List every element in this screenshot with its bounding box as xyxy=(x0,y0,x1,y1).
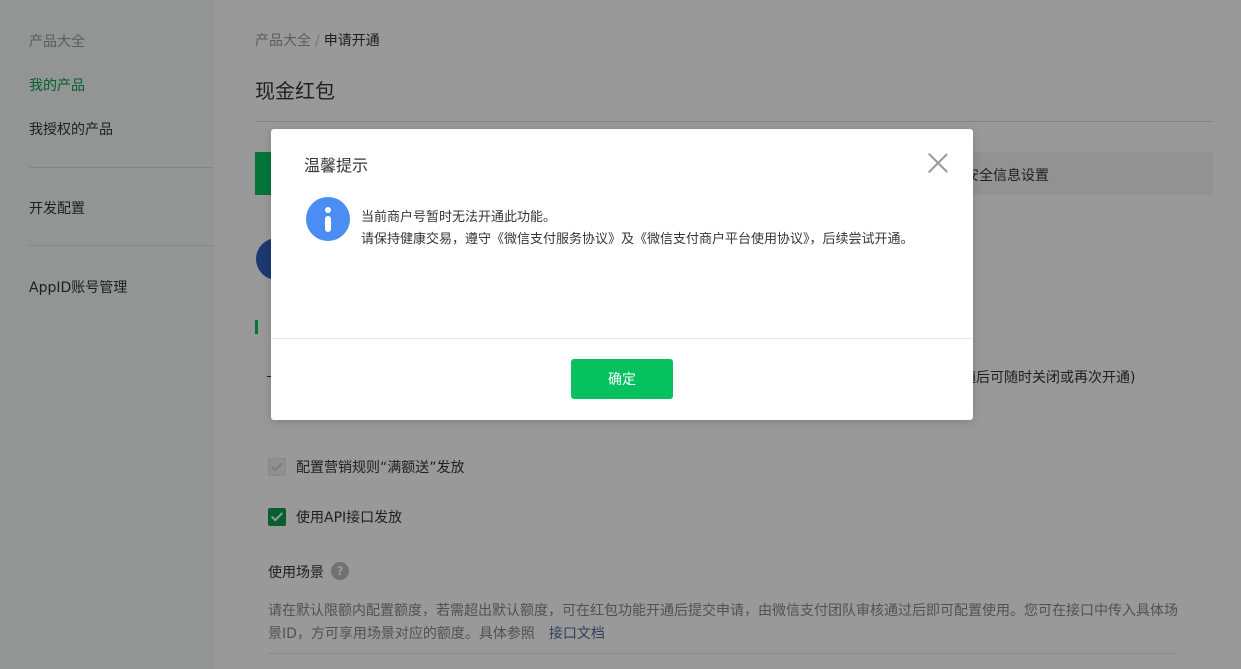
dialog-message: 当前商户号暂时无法开通此功能。 请保持健康交易，遵守《微信支付服务协议》及《微信… xyxy=(361,207,946,251)
info-icon xyxy=(306,197,350,241)
info-icon-bar xyxy=(325,216,331,232)
dialog-message-line: 请保持健康交易，遵守《微信支付服务协议》及《微信支付商户平台使用协议》，后续尝试… xyxy=(361,232,914,247)
close-icon[interactable] xyxy=(927,152,949,174)
dialog-footer-divider xyxy=(271,338,973,339)
dialog-title: 温馨提示 xyxy=(304,156,369,175)
confirm-button[interactable]: 确定 xyxy=(571,359,673,399)
dialog-message-line: 当前商户号暂时无法开通此功能。 xyxy=(361,210,557,225)
info-icon-dot xyxy=(325,207,331,213)
notice-dialog: 温馨提示 当前商户号暂时无法开通此功能。 请保持健康交易，遵守《微信支付服务协议… xyxy=(271,129,973,420)
